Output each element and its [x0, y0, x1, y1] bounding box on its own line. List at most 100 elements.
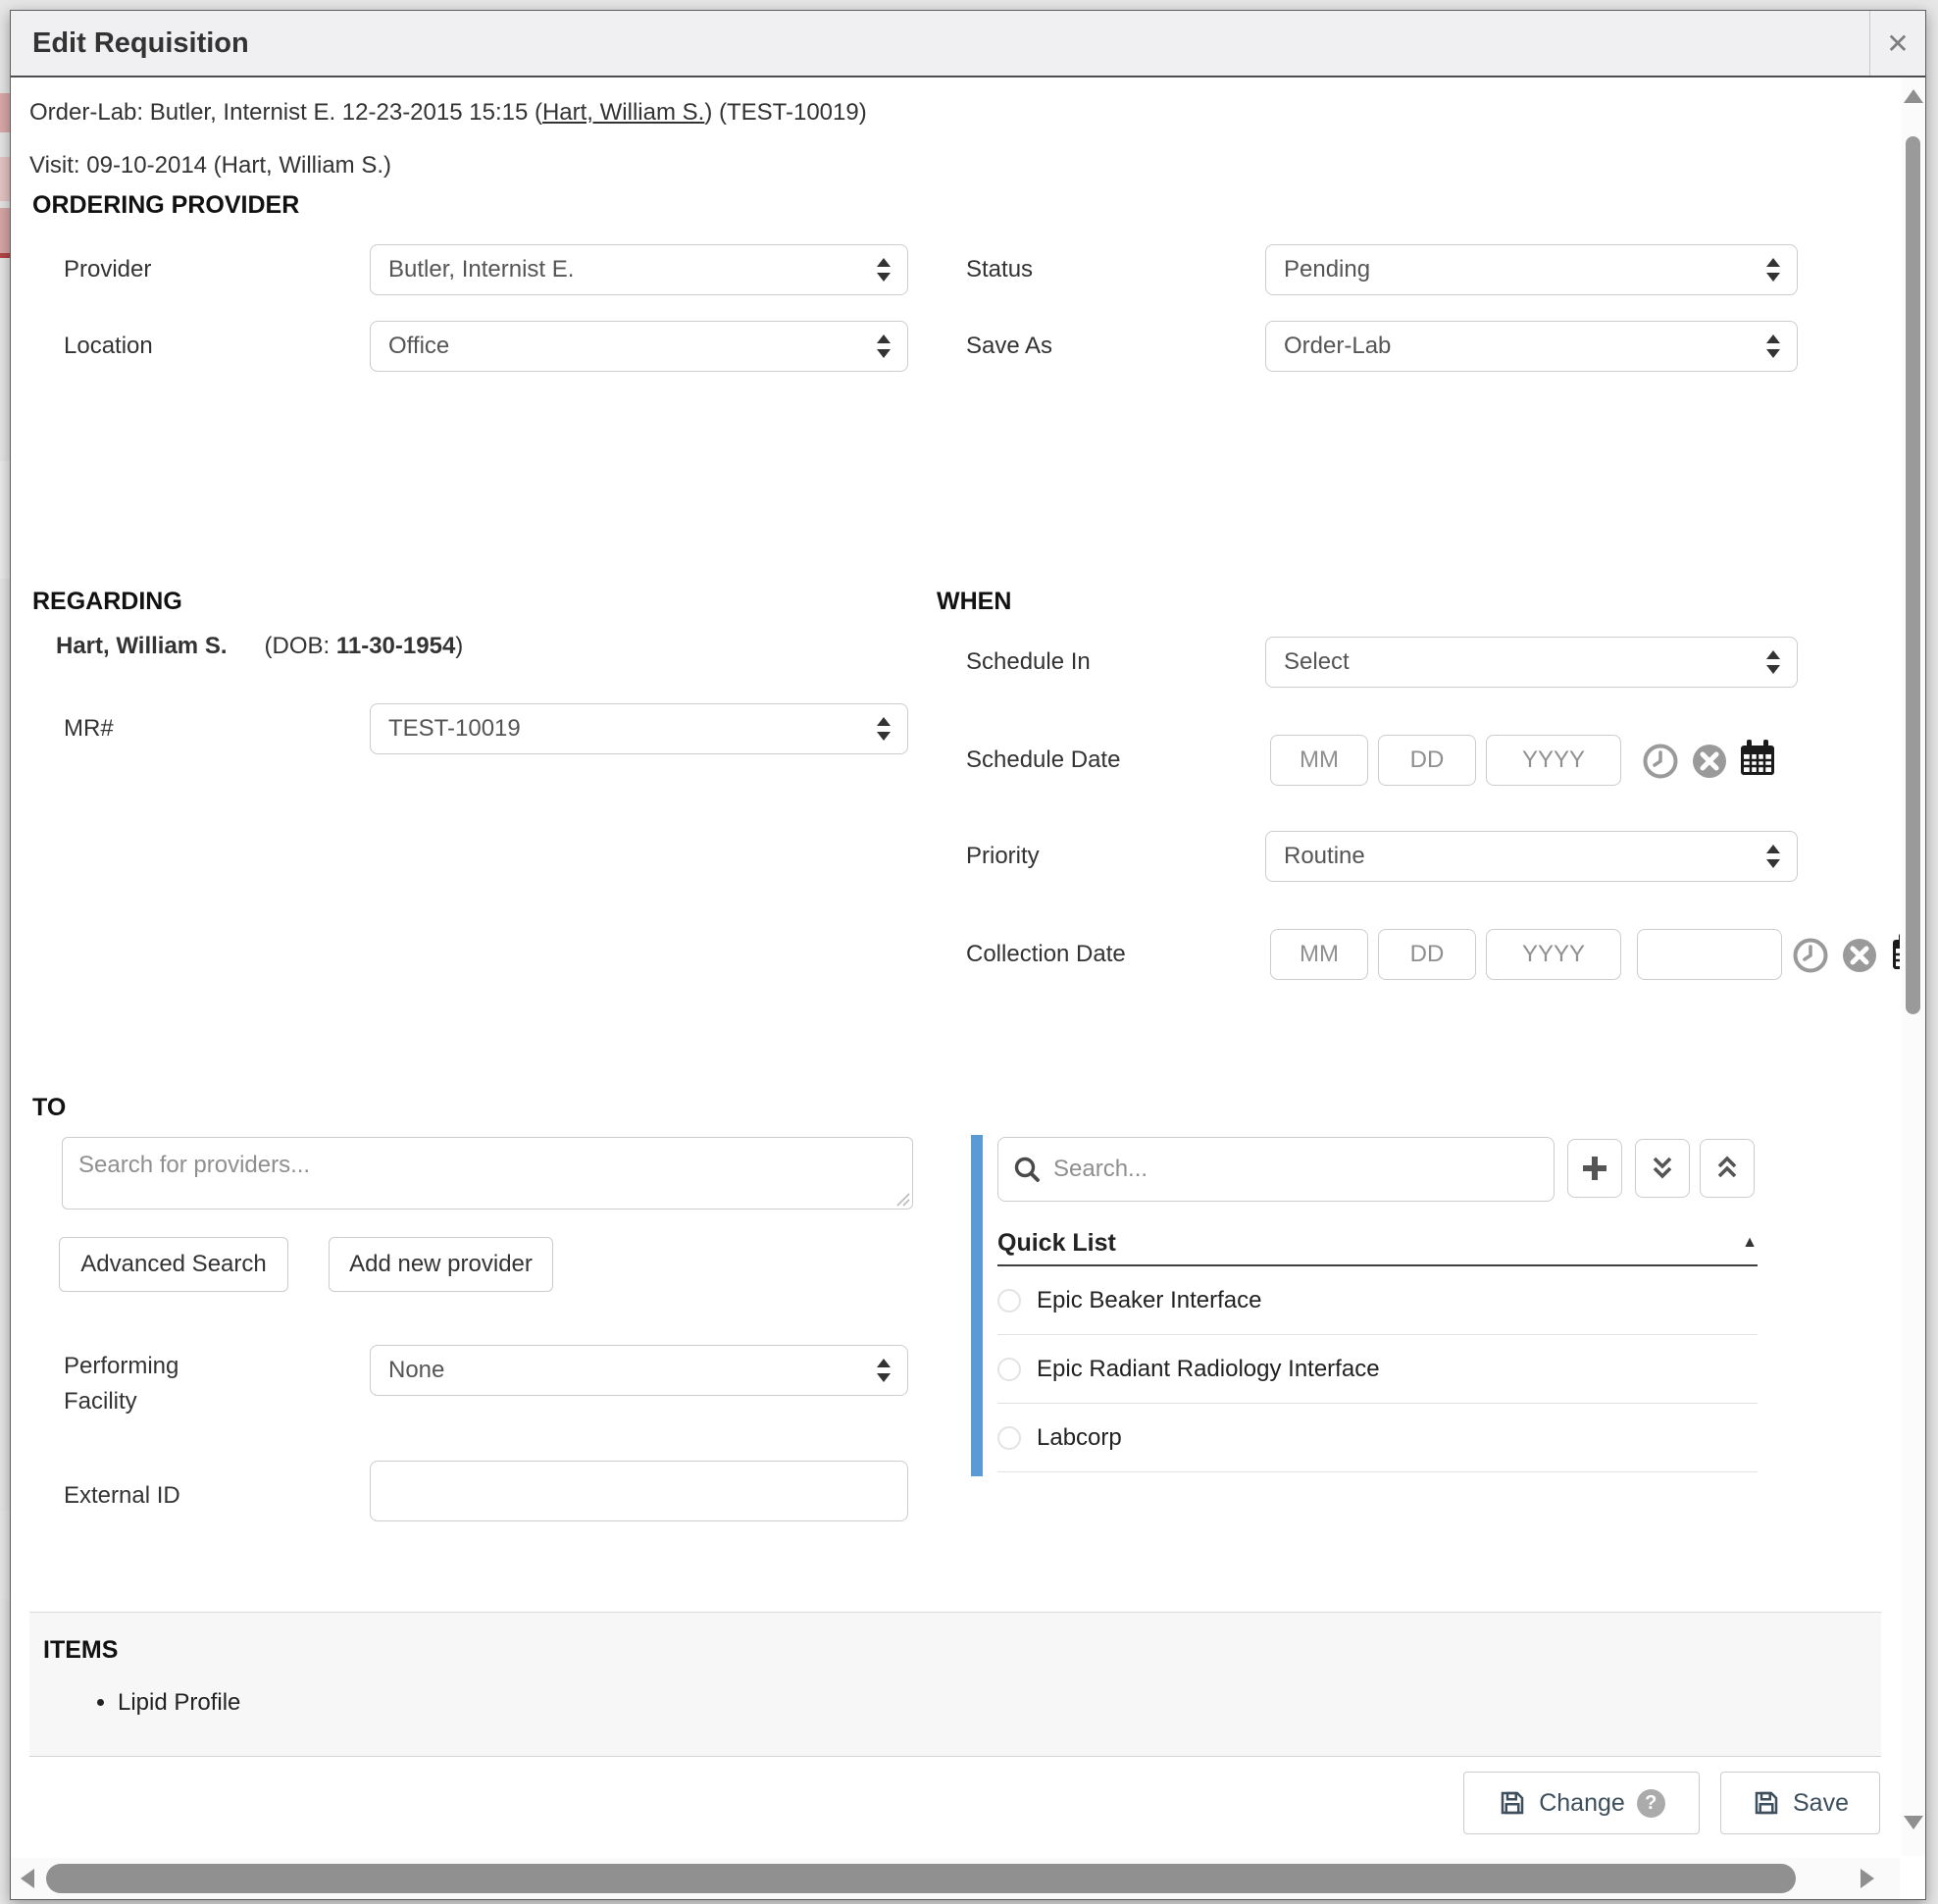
- performing-facility-value: None: [388, 1357, 876, 1384]
- mr-select[interactable]: TEST-10019: [370, 703, 908, 754]
- location-select[interactable]: Office: [370, 321, 908, 372]
- radio-icon[interactable]: [997, 1289, 1021, 1312]
- collection-year-input[interactable]: [1486, 929, 1621, 980]
- scroll-left-arrow-icon[interactable]: [21, 1869, 34, 1888]
- scroll-up-arrow-icon[interactable]: [1904, 89, 1923, 103]
- to-heading: TO: [32, 1094, 66, 1122]
- schedule-day-input[interactable]: [1378, 735, 1476, 786]
- dob-prefix: (DOB:: [265, 633, 336, 659]
- save-button-label: Save: [1793, 1789, 1849, 1818]
- select-arrows-icon: [876, 334, 892, 359]
- expand-all-button[interactable]: [1635, 1139, 1690, 1198]
- patient-line: Hart, William S. (DOB: 11-30-1954): [56, 633, 463, 660]
- select-arrows-icon: [1765, 649, 1781, 675]
- collection-time-input[interactable]: [1637, 929, 1782, 980]
- provider-search-wrap: [62, 1137, 913, 1209]
- select-arrows-icon: [1765, 257, 1781, 283]
- external-id-input[interactable]: [370, 1461, 908, 1521]
- performing-facility-select[interactable]: None: [370, 1345, 908, 1396]
- collection-time-clock-icon[interactable]: [1792, 937, 1829, 979]
- schedule-month-input[interactable]: [1270, 735, 1368, 786]
- items-heading: ITEMS: [43, 1636, 118, 1665]
- edit-requisition-dialog: Edit Requisition ✕ Order-Lab: Butler, In…: [10, 10, 1926, 1900]
- collection-day-input[interactable]: [1378, 929, 1476, 980]
- collapse-all-button[interactable]: [1700, 1139, 1755, 1198]
- collection-calendar-icon[interactable]: [1888, 931, 1900, 979]
- select-arrows-icon: [876, 716, 892, 742]
- help-icon[interactable]: ?: [1637, 1789, 1665, 1818]
- close-button[interactable]: ✕: [1869, 11, 1925, 76]
- advanced-search-button[interactable]: Advanced Search: [59, 1237, 288, 1292]
- mr-value: TEST-10019: [388, 715, 876, 743]
- schedule-in-value: Select: [1284, 648, 1765, 676]
- recipient-search-wrap: [997, 1137, 1555, 1202]
- quick-list-item-epic-radiant[interactable]: Epic Radiant Radiology Interface: [997, 1335, 1758, 1404]
- chevron-double-up-icon: [1713, 1154, 1741, 1183]
- schedule-in-label: Schedule In: [966, 648, 1091, 676]
- change-button[interactable]: Change ?: [1463, 1772, 1700, 1834]
- priority-select[interactable]: Routine: [1265, 831, 1798, 882]
- select-arrows-icon: [1765, 334, 1781, 359]
- schedule-in-select[interactable]: Select: [1265, 637, 1798, 688]
- items-section: ITEMS Lipid Profile: [29, 1612, 1881, 1757]
- quick-list-item-epic-beaker[interactable]: Epic Beaker Interface: [997, 1266, 1758, 1335]
- recipient-search-input[interactable]: [997, 1137, 1555, 1202]
- ordering-provider-heading: ORDERING PROVIDER: [32, 191, 299, 220]
- save-disk-icon: [1752, 1788, 1781, 1818]
- schedule-year-input[interactable]: [1486, 735, 1621, 786]
- save-as-select[interactable]: Order-Lab: [1265, 321, 1798, 372]
- quick-list-item-label: Epic Radiant Radiology Interface: [1037, 1356, 1380, 1383]
- radio-icon[interactable]: [997, 1426, 1021, 1450]
- collection-month-input[interactable]: [1270, 929, 1368, 980]
- order-summary-prefix: Order-Lab: Butler, Internist E. 12-23-20…: [29, 99, 542, 126]
- quick-list-item-labcorp[interactable]: Labcorp: [997, 1404, 1758, 1472]
- items-list: Lipid Profile: [29, 1689, 240, 1717]
- radio-icon[interactable]: [997, 1358, 1021, 1381]
- scroll-down-arrow-icon[interactable]: [1904, 1816, 1923, 1829]
- provider-value: Butler, Internist E.: [388, 256, 876, 283]
- dialog-body: Order-Lab: Butler, Internist E. 12-23-20…: [11, 77, 1925, 1899]
- location-label: Location: [64, 333, 153, 360]
- save-as-label: Save As: [966, 333, 1052, 360]
- provider-search-textarea[interactable]: [62, 1137, 913, 1209]
- select-arrows-icon: [876, 257, 892, 283]
- collection-date-label: Collection Date: [966, 941, 1126, 968]
- select-arrows-icon: [1765, 844, 1781, 869]
- recipients-accent-bar: [971, 1135, 983, 1476]
- quick-list-item-label: Labcorp: [1037, 1424, 1122, 1452]
- schedule-date-label: Schedule Date: [966, 746, 1120, 774]
- schedule-time-clock-icon[interactable]: [1642, 743, 1679, 785]
- collapse-caret-icon: ▲: [1742, 1234, 1758, 1252]
- add-recipient-button[interactable]: [1567, 1139, 1622, 1198]
- dob-value: 11-30-1954: [336, 633, 455, 659]
- performing-facility-label: Performing Facility: [64, 1349, 230, 1419]
- provider-label: Provider: [64, 256, 151, 283]
- visit-line: Visit: 09-10-2014 (Hart, William S.): [29, 152, 391, 180]
- status-value: Pending: [1284, 256, 1765, 283]
- provider-select[interactable]: Butler, Internist E.: [370, 244, 908, 295]
- close-icon: ✕: [1886, 27, 1909, 60]
- when-heading: WHEN: [937, 588, 1011, 616]
- horizontal-scrollbar-thumb[interactable]: [46, 1864, 1796, 1893]
- patient-link[interactable]: Hart, William S.: [542, 99, 704, 126]
- schedule-clear-icon[interactable]: [1691, 743, 1728, 785]
- quick-list-item-label: Epic Beaker Interface: [1037, 1287, 1261, 1314]
- status-select[interactable]: Pending: [1265, 244, 1798, 295]
- order-summary-suffix: ) (TEST-10019): [704, 99, 866, 126]
- dob-suffix: ): [455, 633, 463, 659]
- vertical-scrollbar-thumb[interactable]: [1906, 136, 1920, 1014]
- vertical-scrollbar[interactable]: [1902, 77, 1925, 1856]
- scroll-right-arrow-icon[interactable]: [1861, 1869, 1874, 1888]
- quick-list-header[interactable]: Quick List ▲: [997, 1221, 1758, 1266]
- collection-clear-icon[interactable]: [1841, 937, 1878, 979]
- item-lipid-profile: Lipid Profile: [118, 1689, 240, 1717]
- mr-label: MR#: [64, 715, 114, 743]
- location-value: Office: [388, 333, 876, 360]
- status-label: Status: [966, 256, 1033, 283]
- add-new-provider-button[interactable]: Add new provider: [329, 1237, 553, 1292]
- horizontal-scrollbar[interactable]: [11, 1858, 1900, 1899]
- regarding-heading: REGARDING: [32, 588, 182, 616]
- schedule-calendar-icon[interactable]: [1736, 737, 1779, 785]
- patient-name: Hart, William S.: [56, 633, 228, 659]
- save-button[interactable]: Save: [1720, 1772, 1880, 1834]
